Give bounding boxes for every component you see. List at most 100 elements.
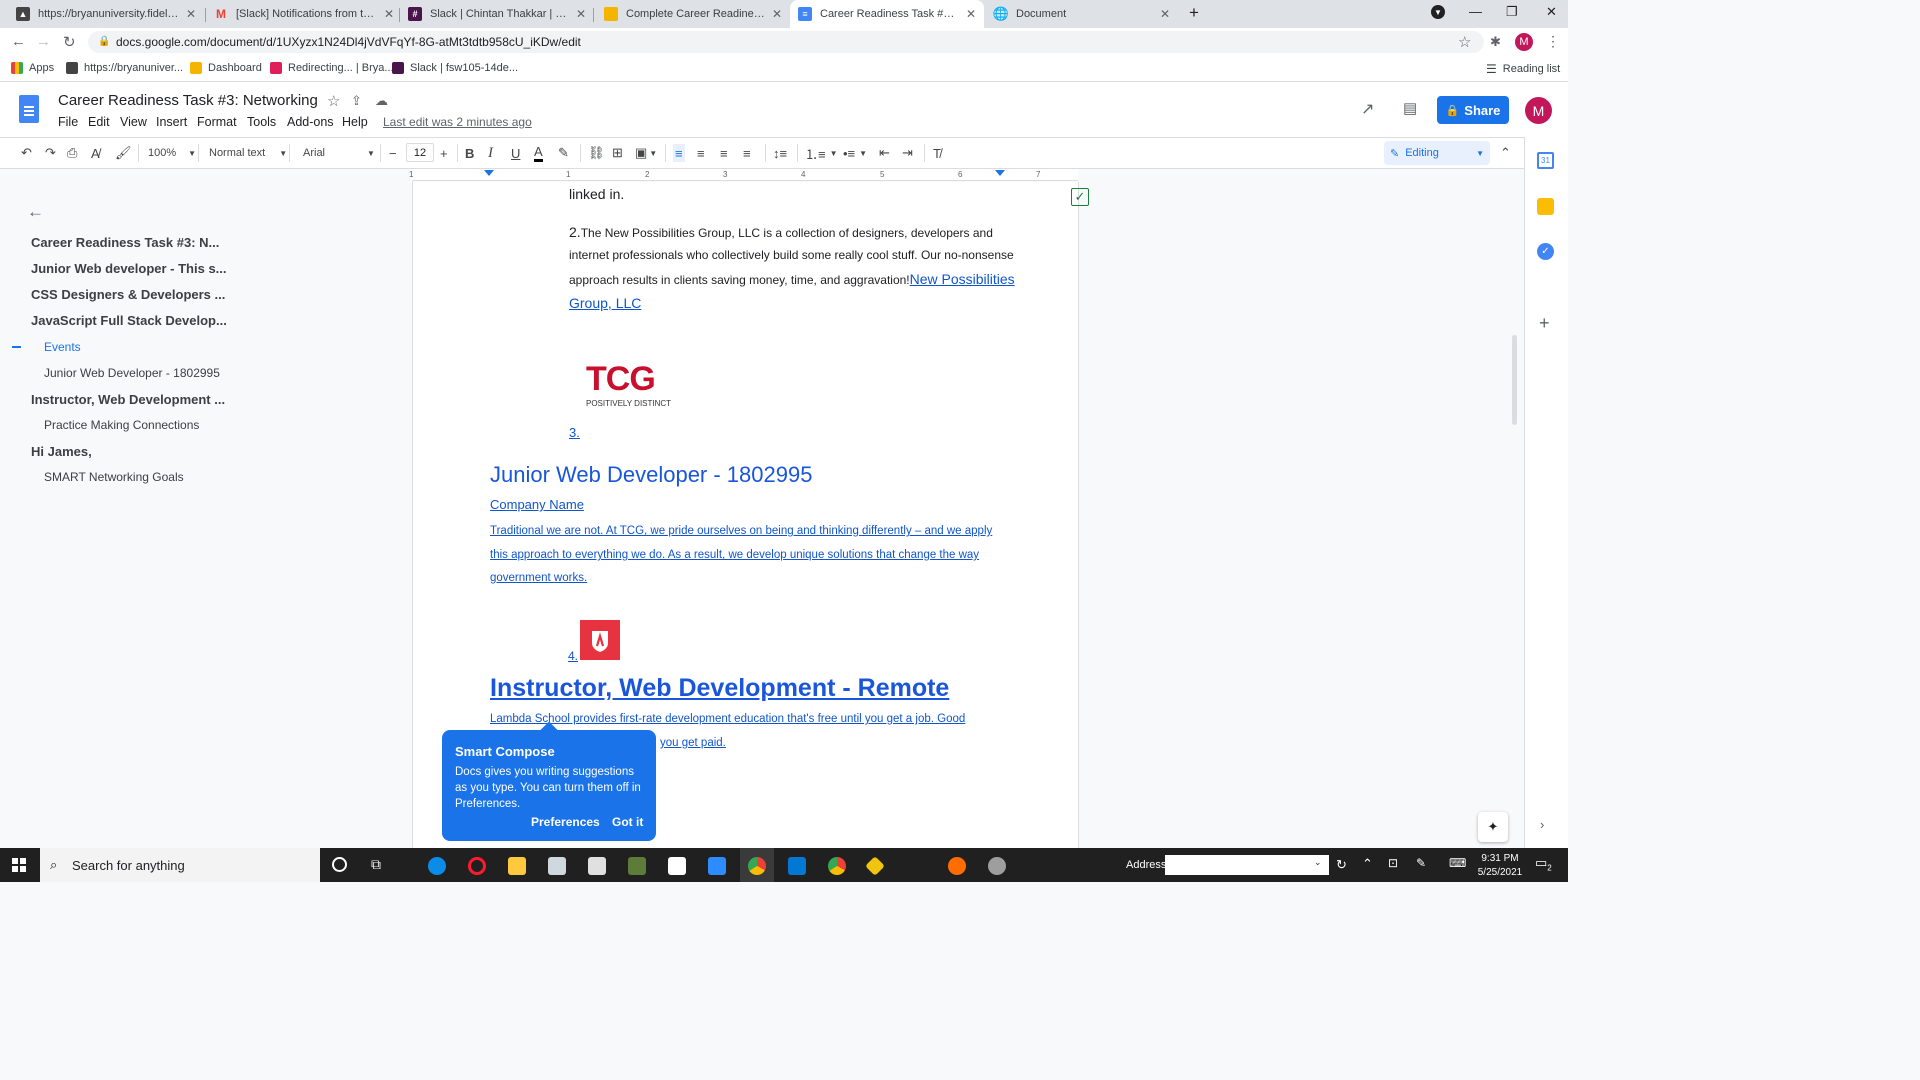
sticky-notes-icon[interactable]	[548, 857, 566, 875]
menu-insert[interactable]: Insert	[156, 115, 187, 129]
address-dropdown-icon[interactable]: ⌄	[1314, 857, 1322, 868]
tasks-icon[interactable]: ✓	[1537, 243, 1554, 260]
tcg-description-link[interactable]: this approach to everything we do. As a …	[490, 549, 979, 561]
cortana-icon[interactable]	[332, 857, 347, 872]
close-tab-icon[interactable]: ✕	[966, 7, 976, 21]
right-indent-marker[interactable]	[995, 170, 1005, 176]
menu-file[interactable]: File	[58, 115, 78, 129]
list-number-link[interactable]: 4.	[568, 649, 578, 663]
calendar-icon[interactable]: 31	[1537, 152, 1554, 169]
redo-icon[interactable]: ↷	[45, 144, 56, 162]
move-icon[interactable]: ⇪	[351, 93, 362, 109]
menu-help[interactable]: Help	[342, 115, 368, 129]
comments-icon[interactable]: ▤	[1403, 99, 1417, 117]
italic-icon[interactable]: I	[488, 144, 493, 162]
chrome-menu-icon[interactable]: ⋮	[1546, 33, 1560, 50]
align-left-icon[interactable]: ≡	[673, 144, 685, 162]
hide-menus-icon[interactable]: ⌃	[1500, 144, 1511, 162]
account-avatar[interactable]: M	[1525, 97, 1552, 124]
add-comment-icon[interactable]: ⊞	[612, 144, 623, 162]
opera-icon[interactable]	[468, 857, 486, 875]
line-spacing-icon[interactable]: ↕≡	[773, 144, 787, 162]
bookmark-star-icon[interactable]: ☆	[1458, 33, 1471, 51]
paint-format-icon[interactable]: 🖌	[115, 144, 132, 162]
profile-avatar[interactable]: M	[1515, 33, 1533, 51]
justify-icon[interactable]: ≡	[743, 144, 751, 162]
tcg-description-link[interactable]: Traditional we are not. At TCG, we pride…	[490, 525, 992, 537]
extensions-icon[interactable]: ✱	[1490, 34, 1501, 50]
keyboard-icon[interactable]: ⌨	[1449, 856, 1466, 870]
ruler[interactable]	[412, 169, 1078, 181]
suggest-edit-icon[interactable]: ✓	[1071, 188, 1089, 206]
task-view-icon[interactable]: ⧉	[371, 856, 381, 873]
outline-item[interactable]: Junior Web Developer - 1802995	[44, 366, 220, 380]
bulleted-list-icon[interactable]: •≡ ▼	[843, 144, 867, 162]
heading-instructor-link[interactable]: Instructor, Web Development - Remote	[490, 674, 949, 703]
back-icon[interactable]: ←	[11, 33, 26, 50]
notepad-icon[interactable]	[668, 857, 686, 875]
file-explorer-icon[interactable]	[508, 857, 526, 875]
decrease-indent-icon[interactable]: ⇤	[879, 144, 890, 162]
underline-icon[interactable]: U	[511, 144, 520, 162]
outline-item[interactable]: Hi James,	[31, 444, 92, 459]
bookmark-redirecting[interactable]: Redirecting... | Brya...	[270, 62, 394, 74]
expand-panel-icon[interactable]: ›	[1540, 817, 1544, 832]
explore-icon[interactable]: ✦	[1478, 812, 1508, 842]
bookmark-apps[interactable]: Apps	[11, 62, 54, 74]
bold-icon[interactable]: B	[465, 144, 474, 162]
app-icon[interactable]	[988, 857, 1006, 875]
close-outline-icon[interactable]: ←	[27, 202, 44, 222]
browser-tab-slack[interactable]: # Slack | Chintan Thakkar | Bryan U ✕	[400, 0, 594, 28]
reload-icon[interactable]: ↻	[63, 33, 76, 51]
menu-addons[interactable]: Add-ons	[287, 115, 334, 129]
clear-formatting-icon[interactable]: T̸	[933, 144, 941, 162]
browser-tab-document[interactable]: 🌐 Document ✕	[986, 0, 1178, 28]
document-title[interactable]: Career Readiness Task #3: Networking	[58, 92, 318, 109]
minimize-icon[interactable]: —	[1469, 4, 1482, 19]
activity-trend-icon[interactable]: ↗	[1361, 99, 1374, 119]
outline-item[interactable]: SMART Networking Goals	[44, 470, 184, 484]
decrease-font-size-icon[interactable]: −	[389, 144, 397, 162]
url-text[interactable]: docs.google.com/document/d/1UXyzx1N24Dl4…	[116, 35, 581, 49]
star-icon[interactable]: ☆	[327, 92, 340, 110]
align-right-icon[interactable]: ≡	[720, 144, 728, 162]
preferences-button[interactable]: Preferences	[531, 815, 600, 829]
lambda-description-link[interactable]: Lambda School provides first-rate develo…	[490, 713, 965, 725]
increase-indent-icon[interactable]: ⇥	[902, 144, 913, 162]
new-tab-icon[interactable]: +	[1189, 3, 1199, 23]
align-center-icon[interactable]: ≡	[697, 144, 705, 162]
increase-font-size-icon[interactable]: +	[440, 144, 448, 162]
docs-home-icon[interactable]	[19, 95, 39, 123]
font-size-input[interactable]: 12	[406, 143, 434, 162]
new-possibilities-link[interactable]: Group, LLC	[569, 295, 641, 311]
outline-item[interactable]: Career Readiness Task #3: N...	[31, 235, 219, 250]
highlight-icon[interactable]: ✎	[558, 144, 569, 162]
windows-start-icon[interactable]	[12, 858, 26, 872]
taskbar-address-input[interactable]	[1165, 855, 1329, 875]
editing-mode-select[interactable]: ✎ Editing ▼	[1384, 141, 1490, 165]
share-button[interactable]: 🔒 Share	[1437, 96, 1509, 124]
close-tab-icon[interactable]: ✕	[186, 7, 196, 21]
menu-edit[interactable]: Edit	[88, 115, 110, 129]
zoom-select[interactable]: 100% ▼	[148, 144, 196, 162]
taskbar-search-input[interactable]: Search for anything	[40, 848, 320, 882]
last-edit-link[interactable]: Last edit was 2 minutes ago	[383, 115, 532, 129]
store-icon[interactable]	[588, 857, 606, 875]
lambda-description-link[interactable]: you get paid.	[660, 737, 726, 749]
spellcheck-icon[interactable]: A̸	[91, 144, 100, 162]
minecraft-icon[interactable]	[628, 857, 646, 875]
tcg-description-link[interactable]: government works.	[490, 572, 587, 584]
show-hidden-icons[interactable]: ⌃	[1362, 856, 1373, 872]
chrome-icon[interactable]	[828, 857, 846, 875]
bookmark-dashboard[interactable]: Dashboard	[190, 62, 262, 74]
pen-icon[interactable]: ✎	[1416, 856, 1426, 870]
bookmark-bryan[interactable]: https://bryanuniver...	[66, 62, 183, 74]
browser-tab-gmail[interactable]: M [Slack] Notifications from the Bry ✕	[206, 0, 402, 28]
add-addon-icon[interactable]: +	[1539, 313, 1550, 334]
text-color-icon[interactable]: A	[534, 144, 543, 162]
forward-icon[interactable]: →	[36, 33, 51, 50]
tab-search-icon[interactable]: ▼	[1431, 5, 1445, 19]
menu-view[interactable]: View	[120, 115, 147, 129]
company-name-link[interactable]: Company Name	[490, 497, 584, 512]
bookmark-slack[interactable]: Slack | fsw105-14de...	[392, 62, 518, 74]
